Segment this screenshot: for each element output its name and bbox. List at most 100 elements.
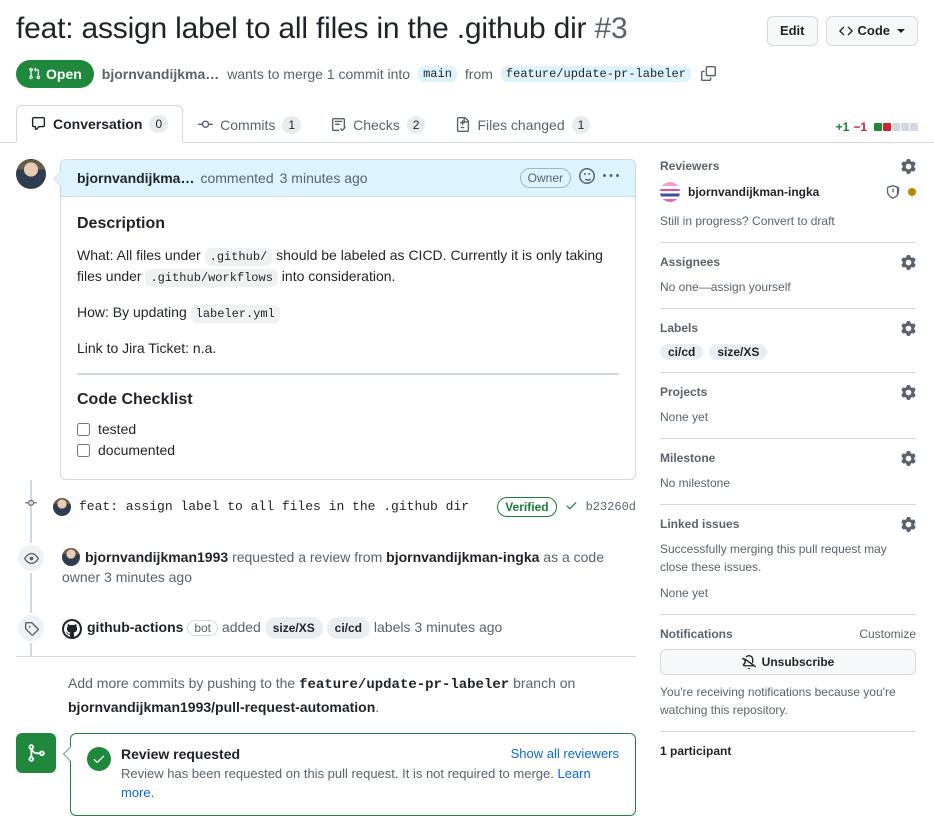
tab-conversation-label: Conversation — [53, 115, 143, 132]
pr-sidebar: Reviewers bjornvandijkman-ingka Still in… — [660, 158, 916, 816]
linked-issues-settings-button[interactable] — [901, 516, 916, 532]
review-request-node — [16, 543, 46, 574]
review-requested-reviewer[interactable]: bjornvandijkman-ingka — [386, 549, 539, 565]
emoji-reaction-button[interactable] — [579, 168, 595, 187]
tab-checks[interactable]: Checks 2 — [316, 106, 440, 143]
labels-chips: ci/cd size/XS — [660, 343, 916, 360]
diff-block-neutral — [901, 122, 909, 131]
comment-author[interactable]: bjornvandijkma… — [77, 170, 194, 186]
timeline: feat: assign label to all files in the .… — [16, 480, 636, 657]
what-suffix: into consideration. — [281, 268, 396, 285]
timeline-label-size-xs[interactable]: size/XS — [264, 617, 323, 640]
checkbox-documented[interactable] — [77, 443, 90, 457]
label-chip-size-xs[interactable]: size/XS — [709, 343, 768, 360]
diff-additions: +1 — [835, 119, 850, 134]
comment-timestamp[interactable]: 3 minutes ago — [280, 170, 368, 186]
review-requester-name[interactable]: bjornvandijkman1993 — [85, 549, 228, 565]
pr-meta-row: Open bjornvandijkma… wants to merge 1 co… — [16, 59, 918, 88]
labels-settings-button[interactable] — [901, 320, 916, 336]
description-what: What: All files under .github/ should be… — [77, 245, 619, 288]
label-actor-name[interactable]: github-actions — [87, 619, 183, 635]
checklist-item-tested[interactable]: tested — [77, 421, 619, 437]
tab-files-changed-label: Files changed — [477, 116, 565, 133]
linked-issues-title: Linked issues — [660, 517, 740, 531]
conversation-column: bjornvandijkma… commented 3 minutes ago … — [16, 158, 636, 816]
unsubscribe-button[interactable]: Unsubscribe — [660, 648, 916, 675]
sidebar-section-labels: Labels ci/cd size/XS — [660, 309, 916, 373]
description-heading: Description — [77, 214, 166, 232]
code-button[interactable]: Code — [825, 16, 918, 46]
commit-dot-icon — [25, 500, 37, 507]
code-button-label: Code — [857, 23, 891, 38]
reviewer-status-icons — [886, 184, 916, 199]
timeline-label-cicd[interactable]: ci/cd — [326, 617, 371, 640]
commit-message[interactable]: feat: assign label to all files in the .… — [79, 497, 469, 517]
shield-icon — [886, 184, 900, 199]
milestone-title: Milestone — [660, 451, 716, 465]
bell-slash-icon — [741, 654, 756, 669]
sidebar-section-milestone: Milestone No milestone — [660, 439, 916, 505]
merge-status-row: Review requested Show all reviewers Revi… — [87, 746, 619, 803]
show-all-reviewers-link[interactable]: Show all reviewers — [511, 746, 619, 761]
code-github-workflows: .github/workflows — [145, 269, 278, 288]
projects-settings-button[interactable] — [901, 384, 916, 400]
assignees-value[interactable]: No one—assign yourself — [660, 278, 916, 296]
review-request-time[interactable]: 3 minutes ago — [104, 569, 192, 585]
notifications-note: You're receiving notifications because y… — [660, 684, 896, 717]
checklist-item-documented[interactable]: documented — [77, 442, 619, 458]
assignees-header: Assignees — [660, 254, 916, 270]
push-note-suffix: . — [375, 698, 380, 715]
checkbox-tested[interactable] — [77, 422, 90, 436]
diff-block-added — [874, 122, 882, 131]
comment-menu-button[interactable] — [603, 168, 619, 187]
tab-conversation[interactable]: Conversation 0 — [16, 104, 184, 143]
pull-request-icon — [29, 67, 41, 80]
divider — [77, 373, 619, 376]
edit-button-label: Edit — [779, 23, 805, 38]
what-prefix: What: All files under — [77, 246, 201, 263]
reviewer-item[interactable]: bjornvandijkman-ingka — [660, 181, 916, 202]
comment-header-actions: Owner — [519, 167, 619, 188]
linked-issues-header: Linked issues — [660, 516, 916, 532]
labels-title: Labels — [660, 321, 699, 335]
pr-title-text: feat: assign label to all files in the .… — [16, 12, 587, 45]
pr-header: feat: assign label to all files in the .… — [0, 0, 934, 88]
milestone-settings-button[interactable] — [901, 450, 916, 466]
copy-branch-button[interactable] — [699, 64, 718, 83]
label-chip-cicd[interactable]: ci/cd — [660, 343, 704, 360]
tab-checks-count: 2 — [406, 115, 426, 134]
label-time[interactable]: 3 minutes ago — [414, 619, 502, 635]
verified-badge[interactable]: Verified — [497, 497, 557, 518]
base-branch-chip[interactable]: main — [418, 65, 457, 82]
assignees-settings-button[interactable] — [901, 254, 916, 270]
avatar[interactable] — [16, 158, 46, 189]
tab-files-changed-count: 1 — [571, 115, 591, 134]
comment-body: Description What: All files under .githu… — [61, 197, 635, 480]
diff-block-deleted — [883, 122, 891, 131]
header-actions: Edit Code — [766, 10, 918, 46]
milestone-value: No milestone — [660, 475, 731, 490]
reviewers-settings-button[interactable] — [901, 158, 916, 174]
sidebar-section-linked-issues: Linked issues Successfully merging this … — [660, 505, 916, 615]
reviewer-name[interactable]: bjornvandijkman-ingka — [688, 185, 878, 199]
customize-notifications-link[interactable]: Customize — [859, 627, 916, 641]
pr-author[interactable]: bjornvandijkma… — [102, 66, 219, 82]
commit-author-avatar[interactable] — [53, 498, 71, 517]
review-requester-avatar[interactable] — [62, 548, 80, 567]
github-actions-avatar[interactable] — [62, 619, 82, 640]
edit-button[interactable]: Edit — [766, 16, 818, 46]
sidebar-section-reviewers: Reviewers bjornvandijkman-ingka Still in… — [660, 158, 916, 243]
linked-issues-description: Successfully merging this pull request m… — [660, 541, 887, 574]
convert-to-draft-note[interactable]: Still in progress? Convert to draft — [660, 212, 916, 230]
diff-block-neutral — [892, 122, 900, 131]
kebab-horizontal-icon — [603, 174, 619, 177]
code-github-dir: .github/ — [204, 247, 273, 266]
diff-block-neutral — [910, 122, 918, 131]
tab-files-changed[interactable]: Files changed 1 — [440, 106, 605, 143]
diff-deletions: −1 — [853, 119, 867, 134]
head-branch-chip[interactable]: feature/update-pr-labeler — [500, 65, 691, 82]
milestone-header: Milestone — [660, 450, 916, 466]
pr-tabs: Conversation 0 Commits 1 Checks 2 Files … — [0, 104, 934, 143]
tab-commits[interactable]: Commits 1 — [183, 106, 316, 143]
commit-sha[interactable]: b23260d — [586, 497, 636, 517]
